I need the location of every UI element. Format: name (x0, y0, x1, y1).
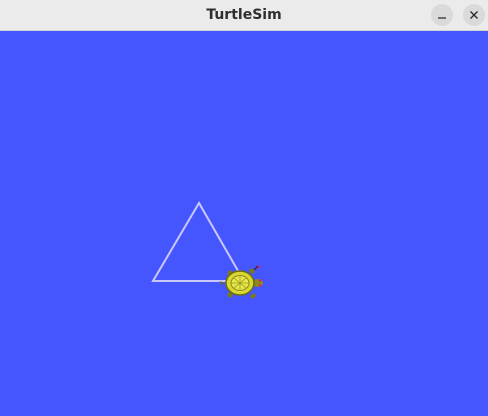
minimize-button[interactable] (431, 4, 453, 26)
drawing-surface (151, 201, 263, 299)
close-button[interactable] (463, 4, 485, 26)
turtle-icon (220, 264, 263, 299)
window-title: TurtleSim (206, 7, 282, 23)
pen-trail (151, 201, 242, 282)
close-icon (470, 11, 478, 19)
turtlesim-canvas (0, 31, 488, 416)
turtlesim-window: TurtleSim (0, 0, 488, 416)
minimize-icon (438, 17, 446, 19)
title-bar[interactable]: TurtleSim (0, 0, 488, 31)
